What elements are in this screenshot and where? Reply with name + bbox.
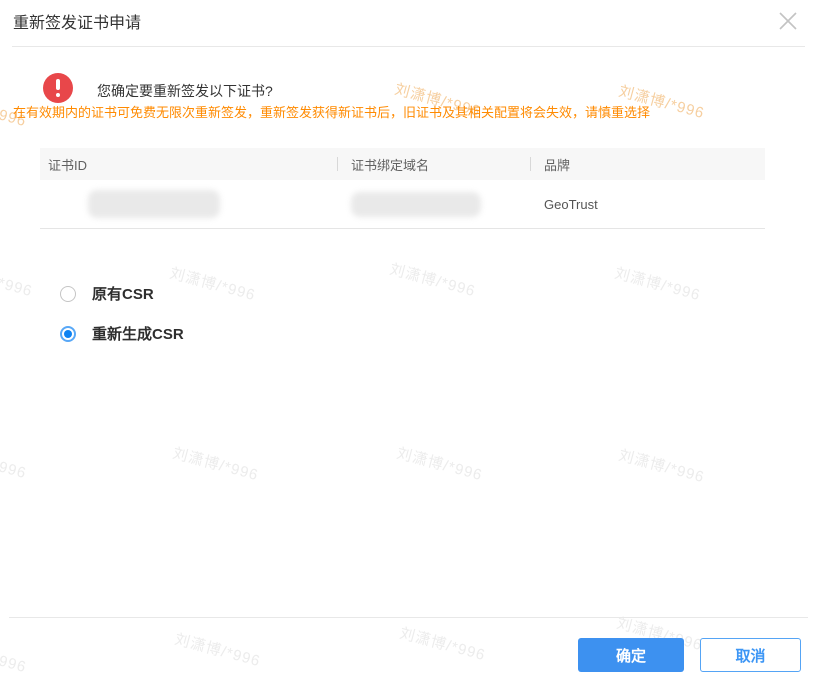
radio-option-original-csr[interactable]: 原有CSR [60,283,154,304]
radio-unselected-icon[interactable] [60,285,76,302]
watermark: 刘潇博/*996 [0,636,29,677]
column-divider [337,157,338,171]
dialog-title: 重新签发证书申请 [13,15,142,32]
close-button[interactable] [773,6,803,36]
radio-selected-icon[interactable] [60,325,76,342]
cell-cert-id [40,190,337,218]
radio-label: 重新生成CSR [92,326,184,343]
close-icon [779,12,797,30]
certificate-table: 证书ID 证书绑定域名 品牌 GeoTrust [40,148,765,229]
column-header-domain: 证书绑定域名 [337,148,530,180]
header-divider [12,46,805,47]
table-row: GeoTrust [40,180,765,229]
cell-brand: GeoTrust [544,196,598,212]
watermark: 刘潇博/*996 [387,260,478,301]
redacted-domain [351,191,481,217]
watermark: 刘潇博/*996 [612,264,703,305]
watermark: 刘潇博/*996 [394,444,485,485]
confirm-question-text: 您确定要重新签发以下证书? [97,83,273,99]
table-header-row: 证书ID 证书绑定域名 品牌 [40,148,765,180]
watermark: 刘潇博/*996 [0,260,35,301]
watermark: 刘潇博/*996 [167,264,258,305]
column-divider [530,157,531,171]
cell-domain [337,191,530,217]
confirm-button[interactable]: 确定 [578,638,684,672]
footer-divider [9,617,808,618]
watermark: 刘潇博/*996 [397,624,488,665]
column-header-cert-id: 证书ID [48,157,88,173]
watermark: 刘潇博/*996 [170,444,261,485]
reissue-certificate-dialog: 刘潇博/*996 刘潇博/*996 刘潇博/*996 刘潇博/*996 刘潇博/… [0,0,817,685]
warning-text: 在有效期内的证书可免费无限次重新签发，重新签发获得新证书后，旧证书及其相关配置将… [13,105,651,120]
redacted-cert-id [88,190,220,218]
column-header-brand: 品牌 [530,148,765,180]
radio-label: 原有CSR [92,286,154,303]
watermark: 刘潇博/*996 [616,446,707,487]
cancel-button[interactable]: 取消 [700,638,801,672]
radio-option-regenerate-csr[interactable]: 重新生成CSR [60,323,184,344]
watermark: 刘潇博/*996 [0,442,29,483]
alert-exclamation-icon [43,73,73,103]
watermark: 刘潇博/*996 [172,630,263,671]
